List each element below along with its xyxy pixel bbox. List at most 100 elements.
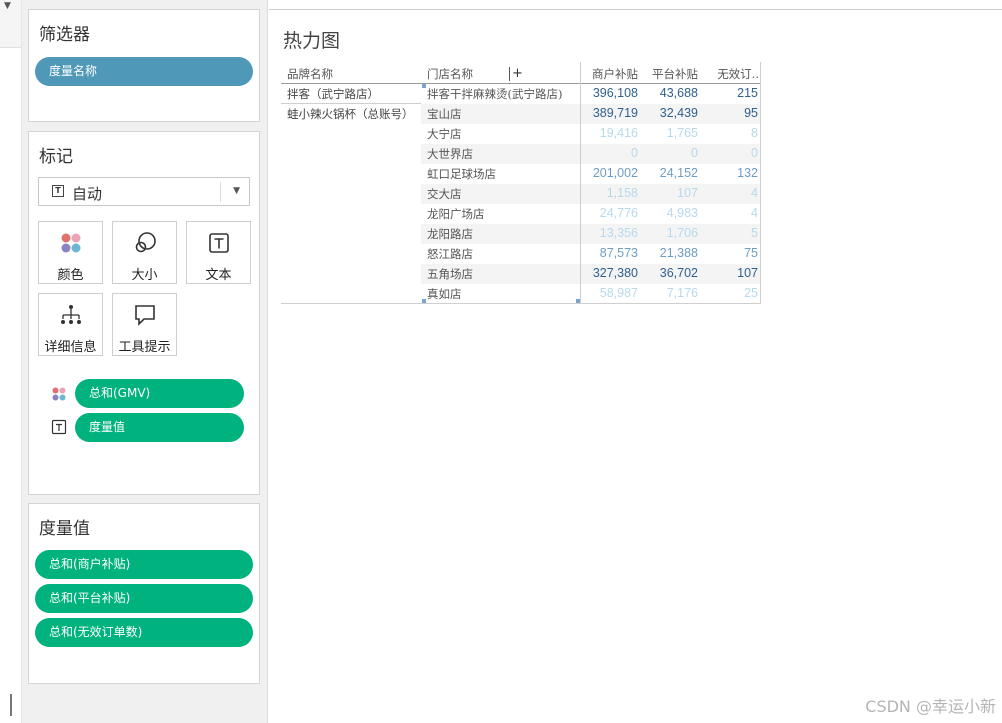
table-row[interactable]: 怒江路店 87,573 21,388 75 xyxy=(421,244,761,264)
store-name-cell: 交大店 xyxy=(427,187,462,201)
header-rule-brand xyxy=(281,83,421,84)
platform-subsidy-cell: 43,688 xyxy=(659,86,698,100)
platform-subsidy-cell: 4,983 xyxy=(666,206,698,220)
color-button[interactable]: 颜色 xyxy=(38,221,103,284)
filters-card: 筛选器 度量名称 xyxy=(28,9,260,122)
table-right-border xyxy=(760,62,761,304)
platform-subsidy-cell: 0 xyxy=(691,146,698,160)
dropdown-separator xyxy=(220,182,221,202)
selection-handle[interactable] xyxy=(422,84,426,88)
color-button-label: 颜色 xyxy=(57,268,84,283)
merchant-subsidy-cell: 389,719 xyxy=(592,106,638,120)
merchant-subsidy-cell: 24,776 xyxy=(599,206,638,220)
col-header-brand[interactable]: 品牌名称 xyxy=(287,66,333,82)
add-field-icon[interactable]: + xyxy=(509,67,523,81)
store-name-cell: 真如店 xyxy=(427,287,462,301)
invalid-orders-cell: 4 xyxy=(751,206,758,220)
invalid-orders-cell: 25 xyxy=(744,286,758,300)
store-name-cell: 龙阳路店 xyxy=(427,227,473,241)
platform-subsidy-cell: 24,152 xyxy=(659,166,698,180)
marks-title: 标记 xyxy=(39,147,73,167)
detail-icon xyxy=(39,303,102,327)
invalid-orders-cell: 8 xyxy=(751,126,758,140)
watermark: CSDN @幸运小新 xyxy=(865,697,996,716)
table-row[interactable]: 交大店 1,158 107 4 xyxy=(421,184,761,204)
store-name-cell: 宝山店 xyxy=(427,107,462,121)
store-name-cell: 大世界店 xyxy=(427,147,473,161)
store-name-cell: 怒江路店 xyxy=(427,247,473,261)
measure-pill-platform-subsidy[interactable]: 总和(平台补贴) xyxy=(35,584,253,613)
brand-label[interactable]: 蛙小辣火锅杯（总账号） xyxy=(287,106,414,122)
encoding-pill-measure-values[interactable]: 度量值 xyxy=(75,413,244,442)
detail-button[interactable]: 详细信息 xyxy=(38,293,103,356)
merchant-subsidy-cell: 87,573 xyxy=(599,246,638,260)
edge-top-box[interactable]: ▼ xyxy=(0,0,21,48)
mark-type-dropdown[interactable]: T 自动 ▼ xyxy=(38,177,250,206)
measure-pill-invalid-orders[interactable]: 总和(无效订单数) xyxy=(35,618,253,647)
table-row[interactable]: 大宁店 19,416 1,765 8 xyxy=(421,124,761,144)
store-name-cell: 五角场店 xyxy=(427,267,473,281)
invalid-orders-cell: 75 xyxy=(744,246,758,260)
caret-down-icon[interactable]: ▼ xyxy=(4,1,11,11)
store-name-cell: 虹口足球场店 xyxy=(427,167,496,181)
invalid-orders-cell: 5 xyxy=(751,226,758,240)
invalid-orders-cell: 95 xyxy=(744,106,758,120)
measure-pill-merchant-subsidy[interactable]: 总和(商户补贴) xyxy=(35,550,253,579)
invalid-orders-cell: 0 xyxy=(751,146,758,160)
store-name-cell: 大宁店 xyxy=(427,127,462,141)
measure-values-title: 度量值 xyxy=(39,519,90,539)
brand-label[interactable]: 拌客（武宁路店） xyxy=(287,86,379,102)
left-edge-strip: ▼ xyxy=(0,0,22,723)
merchant-subsidy-cell: 201,002 xyxy=(592,166,638,180)
text-mark-icon: T xyxy=(52,185,64,197)
platform-subsidy-cell: 7,176 xyxy=(666,286,698,300)
store-name-cell: 龙阳广场店 xyxy=(427,207,485,221)
scroll-tick[interactable] xyxy=(10,694,12,716)
merchant-subsidy-cell: 1,158 xyxy=(606,186,638,200)
platform-subsidy-cell: 1,765 xyxy=(666,126,698,140)
color-icon xyxy=(39,231,102,255)
chevron-down-icon[interactable]: ▼ xyxy=(233,186,240,196)
platform-subsidy-cell: 1,706 xyxy=(666,226,698,240)
store-name-cell: 拌客干拌麻辣烫(武宁路店) xyxy=(427,87,563,101)
merchant-subsidy-cell: 58,987 xyxy=(599,286,638,300)
platform-subsidy-cell: 32,439 xyxy=(659,106,698,120)
table-row[interactable]: 虹口足球场店 201,002 24,152 132 xyxy=(421,164,761,184)
tooltip-icon xyxy=(113,303,176,327)
selection-handle[interactable] xyxy=(422,299,426,303)
table-row[interactable]: 五角场店 327,380 36,702 107 xyxy=(421,264,761,284)
size-button[interactable]: 大小 xyxy=(112,221,177,284)
tooltip-button[interactable]: 工具提示 xyxy=(112,293,177,356)
invalid-orders-cell: 215 xyxy=(737,86,758,100)
table-row[interactable]: 龙阳广场店 24,776 4,983 4 xyxy=(421,204,761,224)
table-row[interactable]: 拌客干拌麻辣烫(武宁路店) 396,108 43,688 215 xyxy=(421,84,761,104)
table-row[interactable]: 大世界店 0 0 0 xyxy=(421,144,761,164)
shelf-panel: 筛选器 度量名称 标记 T 自动 ▼ 颜色 大小 文本 详细信息 工具提示 总和… xyxy=(22,0,268,723)
col-header-invalid-orders[interactable]: 无效订.. xyxy=(701,66,759,82)
col-header-store[interactable]: 门店名称 xyxy=(427,66,473,82)
tooltip-button-label: 工具提示 xyxy=(118,340,171,355)
merchant-subsidy-cell: 19,416 xyxy=(599,126,638,140)
merchant-subsidy-cell: 396,108 xyxy=(592,86,638,100)
col-header-merchant-subsidy[interactable]: 商户补贴 xyxy=(581,66,638,82)
merchant-subsidy-cell: 327,380 xyxy=(592,266,638,280)
filter-pill-measure-names[interactable]: 度量名称 xyxy=(35,57,253,86)
text-button[interactable]: 文本 xyxy=(186,221,251,284)
table-row[interactable]: 龙阳路店 13,356 1,706 5 xyxy=(421,224,761,244)
selection-handle[interactable] xyxy=(576,299,580,303)
brand-divider xyxy=(281,103,421,104)
invalid-orders-cell: 4 xyxy=(751,186,758,200)
col-header-platform-subsidy[interactable]: 平台补贴 xyxy=(641,66,698,82)
text-table: 品牌名称 门店名称 + 商户补贴 平台补贴 无效订.. 拌客（武宁路店） 蛙小辣… xyxy=(281,62,762,304)
platform-subsidy-cell: 21,388 xyxy=(659,246,698,260)
canvas-top-rule xyxy=(269,9,1002,10)
invalid-orders-cell: 132 xyxy=(737,166,758,180)
table-row[interactable]: 真如店 58,987 7,176 25 xyxy=(421,284,761,304)
mark-type-label: 自动 xyxy=(72,185,103,203)
platform-subsidy-cell: 36,702 xyxy=(659,266,698,280)
worksheet-canvas: 热力图 品牌名称 门店名称 + 商户补贴 平台补贴 无效订.. 拌客（武宁路店）… xyxy=(269,0,1002,723)
tableau-workspace: ▼ 筛选器 度量名称 标记 T 自动 ▼ 颜色 大小 文本 详细信息 工具提示 … xyxy=(0,0,1002,723)
sheet-title: 热力图 xyxy=(283,30,341,52)
encoding-pill-gmv[interactable]: 总和(GMV) xyxy=(75,379,244,408)
table-row[interactable]: 宝山店 389,719 32,439 95 xyxy=(421,104,761,124)
